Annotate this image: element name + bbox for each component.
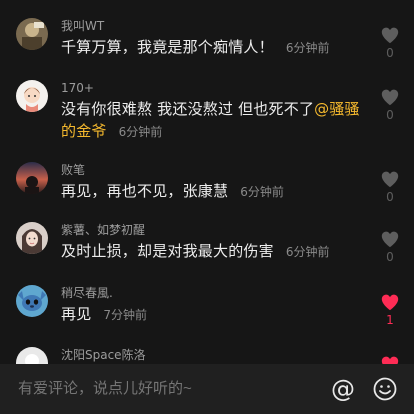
comment-username[interactable]: 紫薯、如梦初醒	[61, 222, 145, 238]
comment-username[interactable]: 败笔	[61, 162, 85, 178]
comment-time: 7分钟前	[103, 308, 148, 322]
comment-body: 再见，再也不见，张康慧	[61, 182, 229, 200]
like-count: 1	[386, 313, 394, 327]
comment-text: 及时止损，却是对我最大的伤害 6分钟前	[61, 240, 361, 263]
comment-username[interactable]: 稍尽春風.	[61, 285, 113, 301]
like-button[interactable]: 0	[372, 88, 408, 122]
heart-outline-icon	[381, 171, 399, 188]
heart-outline-icon	[381, 231, 399, 248]
avatar-white-icon[interactable]	[16, 347, 48, 364]
comment-input[interactable]	[18, 378, 308, 400]
avatar-cartoon-girl-icon[interactable]	[16, 80, 48, 112]
comment-input-bar: @	[0, 364, 414, 414]
like-button[interactable]: 1	[372, 293, 408, 327]
avatar-sunset-silhouette-icon[interactable]	[16, 162, 48, 194]
like-button[interactable]: 0	[372, 26, 408, 60]
heart-filled-icon	[381, 356, 399, 364]
like-button[interactable]: 0	[372, 170, 408, 204]
heart-outline-icon	[381, 27, 399, 44]
avatar-girl-portrait-icon[interactable]	[16, 222, 48, 254]
comment-time: 6分钟前	[240, 185, 284, 199]
like-count: 0	[386, 250, 394, 264]
comment-body: 再见	[61, 305, 92, 323]
comment-text: 再见 7分钟前	[61, 303, 361, 326]
comment-text: 没有你很难熬 我还没熬过 但也死不了@骚骚的金爷 6分钟前	[61, 98, 361, 143]
comment-username[interactable]: 170+	[61, 80, 94, 96]
comment-username[interactable]: 沈阳Space陈洛	[61, 347, 146, 363]
emoji-smile-icon[interactable]	[373, 377, 397, 401]
comment-list[interactable]: 我叫WT 千算万算，我竟是那个痴情人！ 6分钟前 0 170+ 没有你很难熬 我…	[0, 0, 414, 364]
heart-filled-icon	[381, 294, 399, 311]
like-count: 0	[386, 190, 394, 204]
comment-text: 再见，再也不见，张康慧 6分钟前	[61, 180, 361, 203]
heart-outline-icon	[381, 89, 399, 106]
like-button[interactable]: 0	[372, 230, 408, 264]
at-sign-icon[interactable]: @	[330, 376, 356, 402]
like-count: 0	[386, 108, 394, 122]
like-button[interactable]	[372, 355, 408, 364]
comment-time: 6分钟前	[285, 245, 330, 259]
comment-username[interactable]: 我叫WT	[61, 18, 104, 34]
comment-body: 没有你很难熬 我还没熬过 但也死不了	[61, 100, 315, 118]
avatar-photo-icon[interactable]	[16, 18, 48, 50]
avatar-stitch-icon[interactable]	[16, 285, 48, 317]
comment-text: 千算万算，我竟是那个痴情人！ 6分钟前	[61, 36, 361, 59]
comment-body: 千算万算，我竟是那个痴情人！	[61, 38, 274, 56]
comment-time: 6分钟前	[118, 125, 163, 139]
comment-panel: 我叫WT 千算万算，我竟是那个痴情人！ 6分钟前 0 170+ 没有你很难熬 我…	[0, 0, 414, 414]
like-count: 0	[386, 46, 394, 60]
comment-time: 6分钟前	[285, 41, 330, 55]
comment-body: 及时止损，却是对我最大的伤害	[61, 242, 274, 260]
